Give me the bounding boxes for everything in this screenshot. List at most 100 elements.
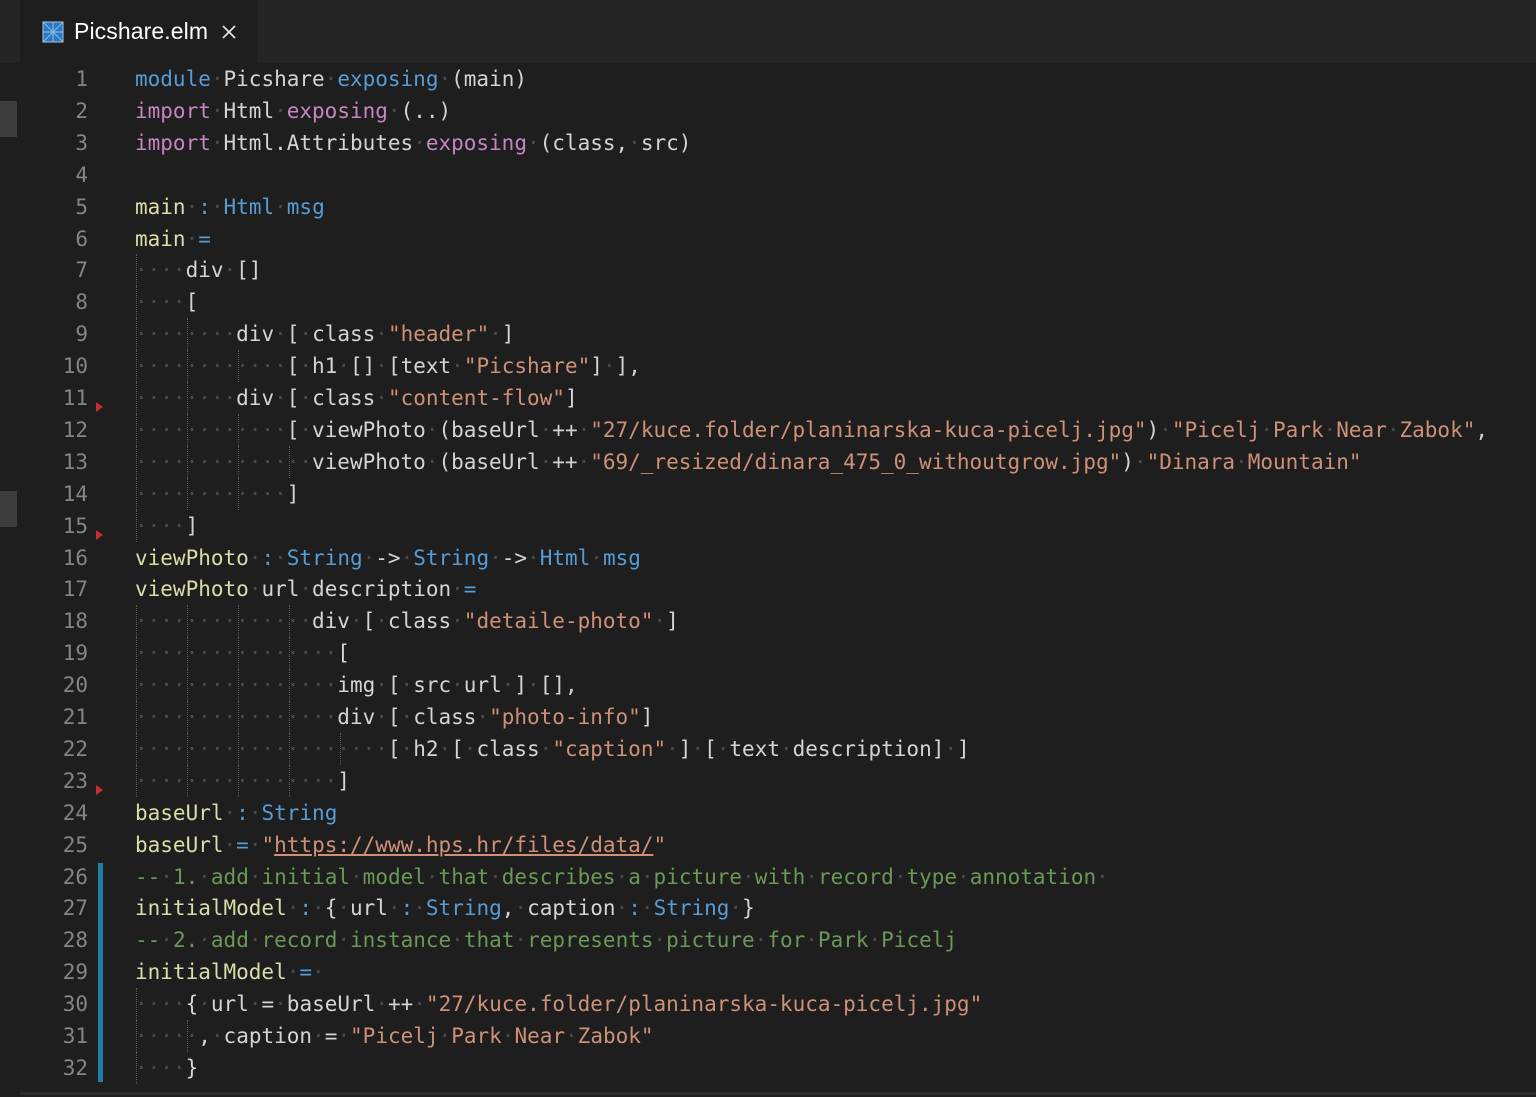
code-token: · (387, 896, 401, 921)
code-token: · (198, 992, 211, 1017)
code-line[interactable]: ····{·url·=·baseUrl·++·"27/kuce.folder/p… (135, 988, 982, 1020)
code-token: [ (387, 705, 401, 729)
code-line[interactable]: baseUrl·:·String (135, 797, 337, 829)
code-token: [ (704, 736, 717, 761)
code-line[interactable]: ············[·h1·[]·[text·"Picshare"]·], (135, 350, 641, 382)
code-line[interactable]: ····[ (135, 286, 198, 318)
code-token: Picelj (881, 928, 958, 953)
line-number: 19 (62, 641, 88, 666)
code-line[interactable]: viewPhoto·url·description·= (135, 573, 476, 605)
code-editor[interactable]: 1 2 3 4 5 6 7 8 9 10 11 12 13 14 15 16 17 18 19 20 21 22 23 24 2… (0, 63, 1536, 1097)
code-token: Park (1273, 417, 1324, 442)
code-token: [ (387, 736, 401, 761)
code-token: -- (135, 928, 161, 953)
code-line[interactable]: ··············div·[·class·"detaile-photo… (135, 605, 679, 637)
code-line[interactable]: baseUrl·=·"https://www.hps.hr/files/data… (135, 829, 666, 861)
code-line[interactable]: ················[ (135, 637, 350, 669)
indent-guide (136, 637, 137, 670)
code-token: "caption" (552, 736, 667, 761)
line-number: 4 (75, 162, 88, 187)
code-line[interactable]: main·:·Html·msg (135, 191, 325, 223)
code-token: [ (337, 641, 350, 666)
code-token: = (463, 577, 477, 602)
indent-guide (288, 445, 290, 478)
code-token: class (312, 386, 376, 410)
fold-marker-icon[interactable] (96, 784, 103, 795)
code-token: · (539, 449, 553, 474)
indent-guide (186, 637, 188, 670)
code-token: represents (527, 928, 654, 953)
code-token: Html (223, 98, 275, 123)
code-token: viewPhoto (135, 545, 249, 570)
code-token: · (350, 864, 363, 889)
indent-guide (136, 605, 137, 638)
code-token: · (274, 545, 287, 570)
code-line[interactable]: ·····,·caption·=·"Picelj·Park·Near·Zabok… (135, 1020, 654, 1052)
code-token: · (666, 736, 679, 761)
code-token: String (413, 545, 490, 570)
indent-guide (237, 413, 239, 446)
code-line[interactable]: main·= (135, 223, 211, 255)
code-token: · (400, 673, 414, 698)
code-token: [ (185, 290, 199, 315)
code-token: · (198, 864, 211, 889)
code-token: that (438, 864, 490, 889)
code-token: · (868, 928, 882, 953)
code-token: Park (817, 928, 869, 953)
code-line[interactable]: ····} (135, 1052, 198, 1084)
code-token: · (501, 1024, 515, 1048)
code-line[interactable]: import·Html.Attributes·exposing·(class,·… (135, 127, 691, 159)
editor-tab[interactable]: Picshare.elm (20, 0, 258, 63)
indent-guide (237, 477, 239, 510)
fold-marker-icon[interactable] (96, 401, 103, 412)
indent-guide (186, 732, 188, 765)
code-line[interactable]: ············] (135, 478, 299, 510)
code-line[interactable]: ············[·viewPhoto·(baseUrl·++·"27/… (135, 414, 1488, 446)
code-line[interactable]: import·Html·exposing·(..) (135, 95, 451, 127)
indent-guide (186, 764, 188, 797)
code-line[interactable]: viewPhoto·:·String·->·String·->·Html·msg (135, 542, 641, 574)
code-token: url (261, 577, 300, 602)
code-token: · (1159, 417, 1172, 442)
code-token: ] (337, 768, 350, 793)
fold-marker-icon[interactable] (96, 529, 103, 540)
code-line[interactable]: ····div·[] (135, 254, 261, 286)
code-token: · (1133, 449, 1147, 474)
code-line[interactable]: initialModel·=· (135, 956, 325, 988)
code-token: · (160, 864, 173, 889)
code-token: · (1096, 864, 1109, 889)
close-icon[interactable] (220, 23, 238, 41)
code-token: "69/_resized/dinara_475_0_withoutgrow.jp… (590, 449, 1122, 474)
code-token: main (135, 194, 186, 219)
code-token: · (337, 1024, 351, 1048)
code-line[interactable]: ········div·[·class·"header"·] (135, 318, 514, 350)
code-token: · (805, 864, 818, 889)
code-token: picture (666, 928, 755, 953)
code-line[interactable]: initialModel·:·{·url·:·String,·caption·:… (135, 892, 755, 924)
code-line[interactable]: ····················[·h2·[·class·"captio… (135, 733, 970, 765)
code-line[interactable]: ····] (135, 510, 198, 542)
code-token: = (324, 1024, 338, 1048)
line-number: 21 (62, 705, 88, 729)
code-token: "Picshare" (463, 354, 591, 379)
code-line[interactable]: --·2.·add·record·instance·that·represent… (135, 924, 957, 956)
code-token: · (375, 992, 388, 1017)
indent-guide (237, 669, 239, 702)
code-token: · (451, 673, 464, 698)
code-line[interactable]: ··············viewPhoto·(baseUrl·++·"69/… (135, 446, 1362, 478)
code-token: · (489, 322, 502, 347)
code-line[interactable]: ········div·[·class·"content-flow"] (135, 382, 578, 414)
code-line[interactable]: module·Picshare·exposing·(main) (135, 63, 527, 95)
code-line[interactable]: ················img·[·src·url·]·[], (135, 669, 578, 701)
code-token: div (236, 322, 275, 347)
indent-guide (186, 477, 188, 510)
code-token: h2 (413, 736, 439, 761)
code-line[interactable]: ················] (135, 765, 350, 797)
git-change-indicator[interactable] (98, 862, 103, 1082)
indent-guide (136, 669, 137, 702)
code-line[interactable]: --·1.·add·initial·model·that·describes·a… (135, 861, 1109, 893)
code-token: · (1323, 417, 1337, 442)
code-line[interactable]: ················div·[·class·"photo-info"… (135, 701, 653, 733)
code-token: = (299, 960, 313, 985)
line-number: 31 (62, 1024, 88, 1048)
